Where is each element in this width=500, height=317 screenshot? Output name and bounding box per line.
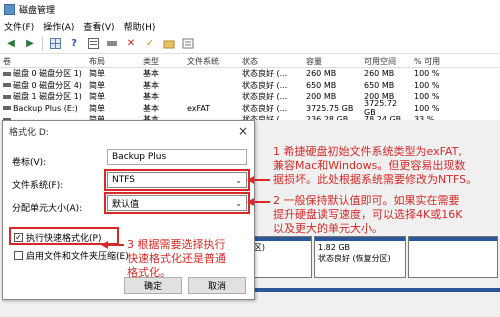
back-arrow-icon[interactable]: ◀ <box>4 37 18 51</box>
partition-bar <box>409 237 497 241</box>
row-layout: 简单 <box>89 92 105 102</box>
row-volume: 磁盘 1 磁盘分区 1) <box>13 92 82 102</box>
annotation-1: 1 希捷硬盘初始文件系统类型为exFAT, 兼容Mac和Windows。但更容易… <box>273 145 477 187</box>
row-status: 状态良好 (... <box>242 103 288 113</box>
row-layout: 简单 <box>89 103 105 113</box>
menu-file[interactable]: 文件(F) <box>4 20 34 33</box>
row-status: 状态良好 (... <box>242 69 288 79</box>
drive-icon <box>3 71 11 76</box>
connect-icon[interactable] <box>105 37 119 51</box>
row-percent-free: 100 % <box>414 69 440 79</box>
annotation-2-line: 以及更大的单元大小。 <box>273 222 383 235</box>
annotation-1-line: 据损坏。此处根据系统需要修改为NTFS。 <box>273 173 478 186</box>
row-percent-free: 100 % <box>414 103 440 113</box>
compression-checkbox-row[interactable]: 启用文件和文件夹压缩(E) <box>14 249 129 262</box>
dialog-titlebar: 格式化 D: × <box>3 121 254 141</box>
close-icon[interactable]: × <box>238 124 248 138</box>
col-type[interactable]: 类型 <box>140 56 184 67</box>
compression-checkbox[interactable] <box>14 251 23 260</box>
annotation-2: 2 一般保持默认值即可。如果实在需要 提升硬盘读写速度，可以选择4K或16K 以… <box>273 194 462 236</box>
disk-management-icon <box>4 3 15 15</box>
volume-table: 卷 布局 类型 文件系统 状态 容量 可用空间 % 可用 磁盘 0 磁盘分区 1… <box>0 56 500 126</box>
menu-action[interactable]: 操作(A) <box>43 20 74 33</box>
annotation-1-arrowhead <box>247 175 254 184</box>
partition-bar <box>315 237 405 241</box>
annotation-1-line: 1 希捷硬盘初始文件系统类型为exFAT, <box>273 145 462 158</box>
annotation-3-arrowhead <box>101 240 108 249</box>
table-row[interactable]: 磁盘 1 磁盘分区 1) 简单 基本 状态良好 (... 200 MB 200 … <box>0 91 500 103</box>
toolbar: ◀ ▶ ? ✕ ✓ <box>0 34 500 54</box>
partition-size: 1.82 GB <box>318 243 351 252</box>
partition-status: 状态良好 (恢复分区) <box>318 254 391 263</box>
row-free-space: 650 MB <box>364 80 395 90</box>
col-percent-free[interactable]: % 可用 <box>411 56 451 67</box>
col-status[interactable]: 状态 <box>239 56 303 67</box>
annotation-3-line: 3 根据需要选择执行 <box>127 238 226 251</box>
col-volume[interactable]: 卷 <box>0 56 86 67</box>
list-view-icon[interactable] <box>86 37 100 51</box>
row-volume: 磁盘 0 磁盘分区 4) <box>13 80 82 90</box>
row-status: 状态良好 (... <box>242 80 288 90</box>
grid-view-icon[interactable] <box>48 37 62 51</box>
annotation-1-line: 兼容Mac和Windows。但更容易出现数 <box>273 159 466 172</box>
allocation-unit-caption: 分配单元大小(A): <box>12 204 83 214</box>
col-free-space[interactable]: 可用空间 <box>361 56 411 67</box>
row-type: 基本 <box>143 80 159 90</box>
annotation-2-arrowhead <box>247 197 254 206</box>
annotation-3: 3 根据需要选择执行 快速格式化还是普通 格式化。 <box>127 238 226 280</box>
row-free-space: 260 MB <box>364 69 395 79</box>
row-status: 状态良好 (... <box>242 92 288 102</box>
menu-view[interactable]: 查看(V) <box>83 20 114 33</box>
row-percent-free: 100 % <box>414 80 440 90</box>
check-icon[interactable]: ✓ <box>143 37 157 51</box>
delete-icon[interactable]: ✕ <box>124 37 138 51</box>
table-row[interactable]: Backup Plus (E:) 简单 基本 exFAT 状态良好 (... 3… <box>0 99 500 117</box>
row-percent-free: 100 % <box>414 92 440 102</box>
folder-icon[interactable] <box>162 37 176 51</box>
help-icon[interactable]: ? <box>67 37 81 51</box>
drive-icon <box>3 106 11 111</box>
col-filesystem[interactable]: 文件系统 <box>184 56 239 67</box>
menu-bar: 文件(F) 操作(A) 查看(V) 帮助(H) <box>0 18 500 34</box>
row-capacity: 260 MB <box>306 69 337 79</box>
volume-table-header: 卷 布局 类型 文件系统 状态 容量 可用空间 % 可用 <box>0 56 500 68</box>
row-volume: 磁盘 0 磁盘分区 1) <box>13 69 82 79</box>
volume-label-input[interactable]: Backup Plus <box>107 149 247 165</box>
row-capacity: 650 MB <box>306 80 337 90</box>
drive-icon <box>3 83 11 88</box>
toolbar-separator <box>42 36 43 51</box>
filesystem-caption: 文件系统(F): <box>12 181 64 191</box>
annotation-2-line: 提升硬盘读写速度，可以选择4K或16K <box>273 208 463 221</box>
col-capacity[interactable]: 容量 <box>303 56 361 67</box>
menu-help[interactable]: 帮助(H) <box>124 20 156 33</box>
row-filesystem: exFAT <box>187 103 211 113</box>
forward-arrow-icon[interactable]: ▶ <box>23 37 37 51</box>
partition-block[interactable]: 1.82 GB 状态良好 (恢复分区) <box>314 236 406 278</box>
table-row[interactable]: 磁盘 0 磁盘分区 4) 简单 基本 状态良好 (... 650 MB 650 … <box>0 80 500 92</box>
annotation-2-line: 2 一般保持默认值即可。如果实在需要 <box>273 194 460 207</box>
row-capacity: 200 MB <box>306 92 337 102</box>
annotation-3-line: 格式化。 <box>127 266 171 279</box>
row-type: 基本 <box>143 103 159 113</box>
row-type: 基本 <box>143 69 159 79</box>
window-title: 磁盘管理 <box>19 5 56 16</box>
properties-icon[interactable] <box>181 37 195 51</box>
col-layout[interactable]: 布局 <box>86 56 140 67</box>
highlight-allocation-unit <box>104 192 250 214</box>
drive-icon <box>3 94 11 99</box>
row-layout: 简单 <box>89 69 105 79</box>
volume-label-value: Backup Plus <box>112 152 167 162</box>
row-layout: 简单 <box>89 80 105 90</box>
window-titlebar: 磁盘管理 <box>0 0 500 18</box>
annotation-3-line: 快速格式化还是普通 <box>127 252 226 265</box>
row-type: 基本 <box>143 92 159 102</box>
dialog-title: 格式化 D: <box>9 127 49 138</box>
row-capacity: 3725.75 GB <box>306 103 354 113</box>
row-volume: Backup Plus (E:) <box>13 103 78 113</box>
volume-label-caption: 卷标(V): <box>12 158 47 168</box>
compression-label: 启用文件和文件夹压缩(E) <box>26 252 129 262</box>
highlight-filesystem <box>104 169 250 191</box>
table-row[interactable]: 磁盘 0 磁盘分区 1) 简单 基本 状态良好 (... 260 MB 260 … <box>0 68 500 80</box>
partition-block[interactable] <box>408 236 498 278</box>
